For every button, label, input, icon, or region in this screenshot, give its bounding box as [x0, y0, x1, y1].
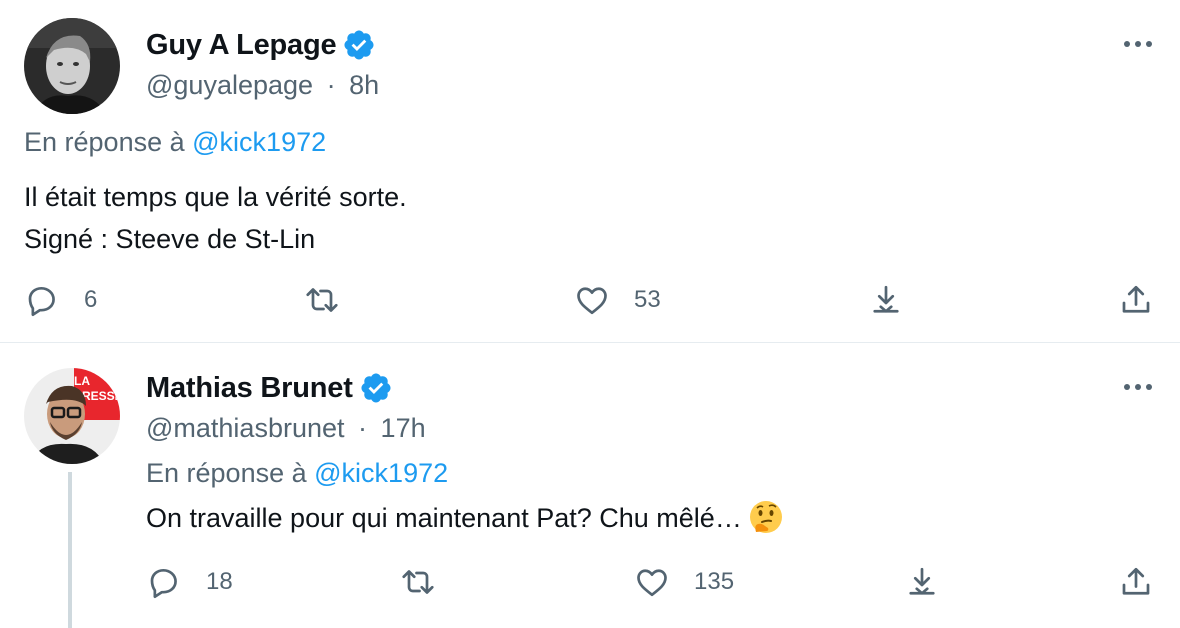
reply-mention-link[interactable]: @kick1972: [192, 127, 326, 157]
author-meta: @guyalepage · 8h: [146, 70, 379, 101]
share-icon: [1118, 564, 1154, 600]
tweet-timestamp[interactable]: 17h: [381, 413, 426, 443]
like-button[interactable]: 135: [634, 562, 734, 602]
author-display-name[interactable]: Guy A Lepage: [146, 29, 337, 62]
avatar-image-mathias: LA PRESSE: [24, 368, 120, 464]
tweet-text-line: Signé : Steeve de St-Lin: [24, 224, 316, 254]
avatar[interactable]: LA PRESSE: [24, 368, 120, 464]
verified-badge-icon: [342, 28, 376, 62]
reply-count: 6: [84, 286, 98, 313]
share-button[interactable]: [1118, 280, 1154, 320]
meta-separator: ·: [326, 70, 336, 100]
like-button[interactable]: 53: [574, 280, 661, 320]
share-icon: [1118, 282, 1154, 318]
thinking-face-emoji: [748, 499, 784, 535]
tweet-text-line: Il était temps que la vérité sorte.: [24, 182, 407, 212]
reply-prefix: En réponse à: [146, 458, 307, 488]
tweet-timestamp[interactable]: 8h: [349, 70, 379, 100]
more-dots-icon[interactable]: [1120, 26, 1156, 62]
tweet-guy-a-lepage[interactable]: Guy A Lepage @guyalepage · 8h En réponse…: [0, 0, 1180, 342]
like-icon: [574, 282, 610, 318]
more-dots-icon[interactable]: [1120, 369, 1156, 405]
reply-button[interactable]: 6: [24, 280, 97, 320]
avatar-badge-line1: LA: [74, 374, 90, 388]
reply-prefix: En réponse à: [24, 127, 185, 157]
author-display-name[interactable]: Mathias Brunet: [146, 372, 353, 405]
download-icon: [904, 564, 940, 600]
retweet-icon: [400, 564, 436, 600]
author-handle[interactable]: @guyalepage: [146, 70, 313, 100]
tweet-text: On travaille pour qui maintenant Pat? Ch…: [146, 497, 784, 539]
reply-context: En réponse à @kick1972: [146, 458, 448, 489]
download-button[interactable]: [904, 562, 940, 602]
author-name-row[interactable]: Mathias Brunet: [146, 368, 393, 408]
tweet-text: Il était temps que la vérité sorte. Sign…: [24, 176, 407, 260]
reply-button[interactable]: 18: [146, 562, 233, 602]
author-handle[interactable]: @mathiasbrunet: [146, 413, 345, 443]
reply-context: En réponse à @kick1972: [24, 127, 326, 158]
like-count: 135: [694, 568, 735, 595]
like-icon: [634, 564, 670, 600]
like-count: 53: [634, 286, 661, 313]
meta-separator: ·: [358, 413, 368, 443]
avatar-image-guy: [24, 18, 120, 114]
tweet-text-line: On travaille pour qui maintenant Pat? Ch…: [146, 503, 742, 533]
retweet-button[interactable]: [400, 562, 460, 602]
reply-count: 18: [206, 568, 233, 595]
author-name-row[interactable]: Guy A Lepage: [146, 25, 376, 65]
thread-connector-line: [68, 472, 72, 628]
tweet-mathias-brunet[interactable]: LA PRESSE Mathias Brunet @mathiasbrunet …: [0, 343, 1180, 628]
reply-mention-link[interactable]: @kick1972: [314, 458, 448, 488]
author-meta: @mathiasbrunet · 17h: [146, 413, 426, 444]
download-icon: [868, 282, 904, 318]
reply-icon: [146, 564, 182, 600]
share-button[interactable]: [1118, 562, 1154, 602]
verified-badge-icon: [359, 371, 393, 405]
reply-icon: [24, 282, 60, 318]
download-button[interactable]: [868, 280, 904, 320]
retweet-icon: [304, 282, 340, 318]
retweet-button[interactable]: [304, 280, 364, 320]
avatar[interactable]: [24, 18, 120, 114]
